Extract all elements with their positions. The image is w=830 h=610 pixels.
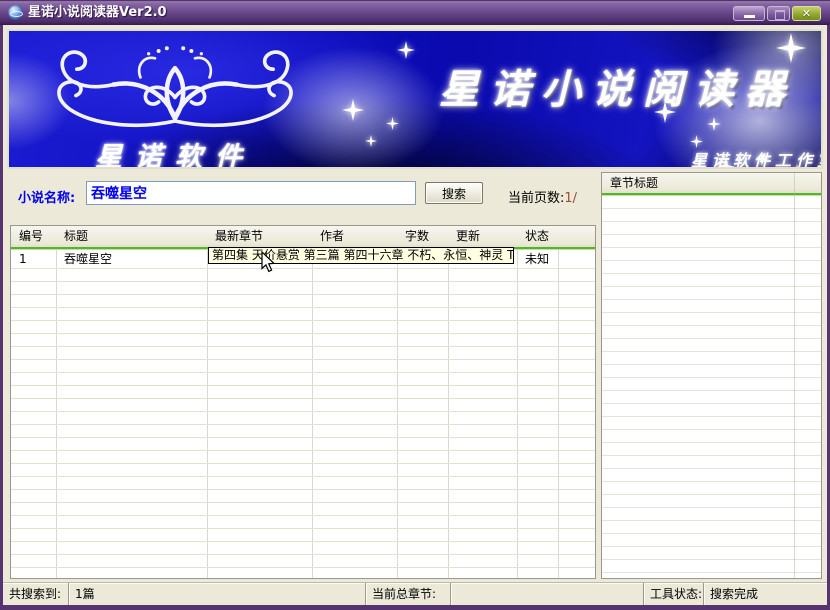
- novel-results-table[interactable]: 编号 标题 最新章节 作者 字数 更新 状态 1 吞噬星空 未知: [10, 225, 596, 579]
- sparkle-icon: [342, 99, 364, 121]
- current-page-label: 当前页数:: [508, 191, 564, 206]
- mouse-cursor-icon: [261, 251, 276, 273]
- sparkle-icon: [654, 101, 676, 123]
- table-header-row[interactable]: 编号 标题 最新章节 作者 字数 更新 状态: [11, 226, 595, 247]
- status-tool-label: 工具状态:: [643, 583, 703, 605]
- chapter-grid-lines: [602, 196, 821, 578]
- row-extra-cell: [558, 250, 595, 268]
- sparkle-icon: [776, 33, 806, 63]
- row-title-cell[interactable]: 吞噬星空: [56, 250, 207, 268]
- column-header-title[interactable]: 标题: [56, 226, 207, 247]
- row-id-cell[interactable]: 1: [11, 250, 56, 268]
- column-header-words[interactable]: 字数: [397, 226, 448, 247]
- sparkle-icon: [365, 135, 377, 147]
- banner: 星诺软件 星诺小说阅读器 星诺软件工作室: [7, 29, 823, 169]
- maximize-button[interactable]: [767, 6, 790, 21]
- status-total-label: 当前总章节:: [365, 583, 450, 605]
- close-button[interactable]: [792, 6, 821, 21]
- banner-brand-text: 星诺软件: [95, 135, 255, 169]
- sparkle-icon: [716, 157, 736, 169]
- table-grid-lines: [11, 269, 595, 578]
- latest-chapter-tooltip: 第四集 天价悬赏 第三篇 第四十六章 不朽、永恒、神灵 T: [208, 247, 514, 264]
- chapter-list-panel[interactable]: 章节标题: [601, 172, 822, 579]
- chapter-column-line: [794, 173, 795, 578]
- banner-main-title: 星诺小说阅读器: [439, 57, 796, 115]
- column-header-id[interactable]: 编号: [11, 226, 56, 247]
- flourish-ornament-icon: [29, 41, 321, 141]
- column-header-author[interactable]: 作者: [312, 226, 397, 247]
- window-title: 星诺小说阅读器Ver2.0: [28, 0, 167, 25]
- novel-name-label: 小说名称:: [18, 187, 75, 206]
- search-button[interactable]: 搜索: [425, 182, 483, 204]
- current-page-value: 1/: [564, 191, 577, 206]
- column-header-status[interactable]: 状态: [517, 226, 558, 247]
- sparkle-icon: [755, 152, 769, 166]
- titlebar[interactable]: 星诺小说阅读器Ver2.0: [0, 0, 830, 25]
- novel-name-input[interactable]: [86, 181, 416, 205]
- client-area: 星诺软件 星诺小说阅读器 星诺软件工作室 小说名称: 搜索 当前页数:1/: [3, 25, 827, 605]
- sparkle-icon: [707, 117, 721, 131]
- status-total-value: [450, 583, 643, 605]
- sparkle-icon: [397, 41, 415, 59]
- app-window: 星诺小说阅读器Ver2.0: [0, 0, 830, 610]
- column-header-extra: [558, 226, 595, 247]
- sparkle-icon: [690, 135, 703, 148]
- sparkle-icon: [386, 117, 399, 130]
- status-found-value: 1篇: [68, 583, 365, 605]
- current-page-info: 当前页数:1/: [508, 187, 577, 206]
- status-found-label: 共搜索到:: [3, 583, 68, 605]
- row-status-cell[interactable]: 未知: [517, 250, 558, 268]
- status-tool-value: 搜索完成: [703, 583, 827, 605]
- column-header-latest[interactable]: 最新章节: [207, 226, 312, 247]
- statusbar: 共搜索到: 1篇 当前总章节: 工具状态: 搜索完成: [3, 582, 827, 605]
- sparkle-icon: [791, 164, 803, 169]
- app-icon: [8, 5, 23, 20]
- chapter-list-header[interactable]: 章节标题: [602, 173, 821, 193]
- minimize-button[interactable]: [733, 6, 765, 21]
- column-header-update[interactable]: 更新: [448, 226, 517, 247]
